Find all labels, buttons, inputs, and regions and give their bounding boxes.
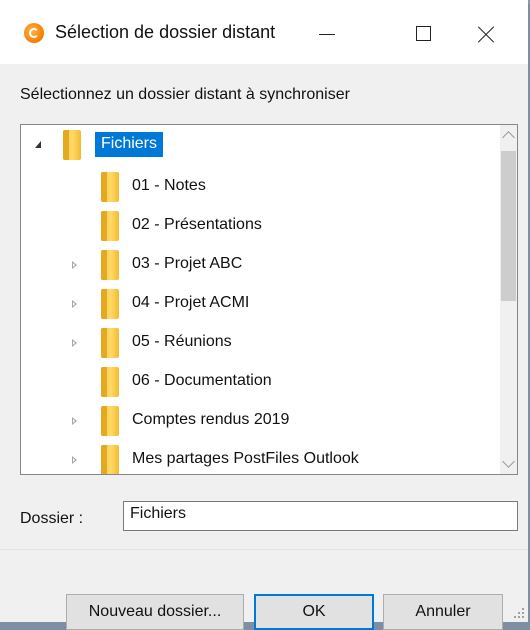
expand-arrow-icon[interactable]: [72, 456, 77, 464]
tree-item-mes-partages[interactable]: Mes partages PostFiles Outlook: [21, 445, 501, 474]
close-button[interactable]: [458, 14, 512, 54]
folder-icon: [101, 445, 119, 474]
folder-icon: [101, 328, 119, 358]
cancel-button[interactable]: Annuler: [383, 594, 503, 630]
folder-icon: [63, 130, 81, 160]
vertical-scrollbar[interactable]: [500, 125, 517, 474]
collapse-arrow-icon[interactable]: [35, 141, 41, 148]
divider: [0, 549, 528, 550]
tree-item-06-documentation[interactable]: 06 - Documentation: [21, 367, 501, 397]
tree-item-02-presentations[interactable]: 02 - Présentations: [21, 211, 501, 241]
expand-arrow-icon[interactable]: [72, 300, 77, 308]
folder-tree[interactable]: Fichiers 01 - Notes 02 - Présentations 0…: [20, 124, 518, 475]
expand-arrow-icon[interactable]: [72, 339, 77, 347]
tree-item-label: 02 - Présentations: [132, 216, 262, 233]
tree-item-05-reunions[interactable]: 05 - Réunions: [21, 328, 501, 358]
resize-grip-icon[interactable]: [514, 608, 524, 618]
ok-button[interactable]: OK: [254, 594, 374, 630]
scroll-down-arrow-icon[interactable]: [502, 455, 515, 468]
tree-item-04-projet-acmi[interactable]: 04 - Projet ACMI: [21, 289, 501, 319]
tree-item-label: 04 - Projet ACMI: [132, 294, 250, 311]
folder-icon: [101, 406, 119, 436]
maximize-button[interactable]: [396, 14, 450, 54]
expand-arrow-icon[interactable]: [72, 261, 77, 269]
folder-icon: [101, 367, 119, 397]
folder-icon: [101, 172, 119, 202]
dialog-body: Sélectionnez un dossier distant à synchr…: [0, 64, 528, 630]
tree-item-label: 03 - Projet ABC: [132, 255, 243, 272]
tree-item-label: Fichiers: [95, 132, 164, 157]
tree-item-03-projet-abc[interactable]: 03 - Projet ABC: [21, 250, 501, 280]
tree-item-fichiers[interactable]: Fichiers: [21, 130, 501, 160]
folder-name-input[interactable]: Fichiers: [123, 501, 518, 531]
window-title: Sélection de dossier distant: [55, 22, 276, 42]
scrollbar-thumb[interactable]: [501, 151, 516, 301]
tree-item-label: 06 - Documentation: [132, 372, 272, 389]
tree-item-label: Comptes rendus 2019: [132, 411, 290, 428]
remote-folder-dialog: Sélection de dossier distant Sélectionne…: [0, 0, 528, 630]
minimize-button[interactable]: [300, 14, 354, 54]
folder-icon: [101, 211, 119, 241]
app-logo-icon: [24, 23, 44, 43]
title-bar: Sélection de dossier distant: [0, 0, 528, 64]
tree-item-label: 05 - Réunions: [132, 333, 232, 350]
tree-item-comptes-rendus-2019[interactable]: Comptes rendus 2019: [21, 406, 501, 436]
expand-arrow-icon[interactable]: [72, 417, 77, 425]
tree-item-01-notes[interactable]: 01 - Notes: [21, 172, 501, 202]
tree-item-label: Mes partages PostFiles Outlook: [132, 450, 359, 467]
instruction-text: Sélectionnez un dossier distant à synchr…: [20, 86, 350, 103]
folder-icon: [101, 289, 119, 319]
tree-item-label: 01 - Notes: [132, 177, 206, 194]
scroll-up-arrow-icon[interactable]: [502, 131, 515, 144]
folder-field-label: Dossier :: [20, 510, 84, 527]
new-folder-button[interactable]: Nouveau dossier...: [66, 594, 244, 630]
folder-icon: [101, 250, 119, 280]
